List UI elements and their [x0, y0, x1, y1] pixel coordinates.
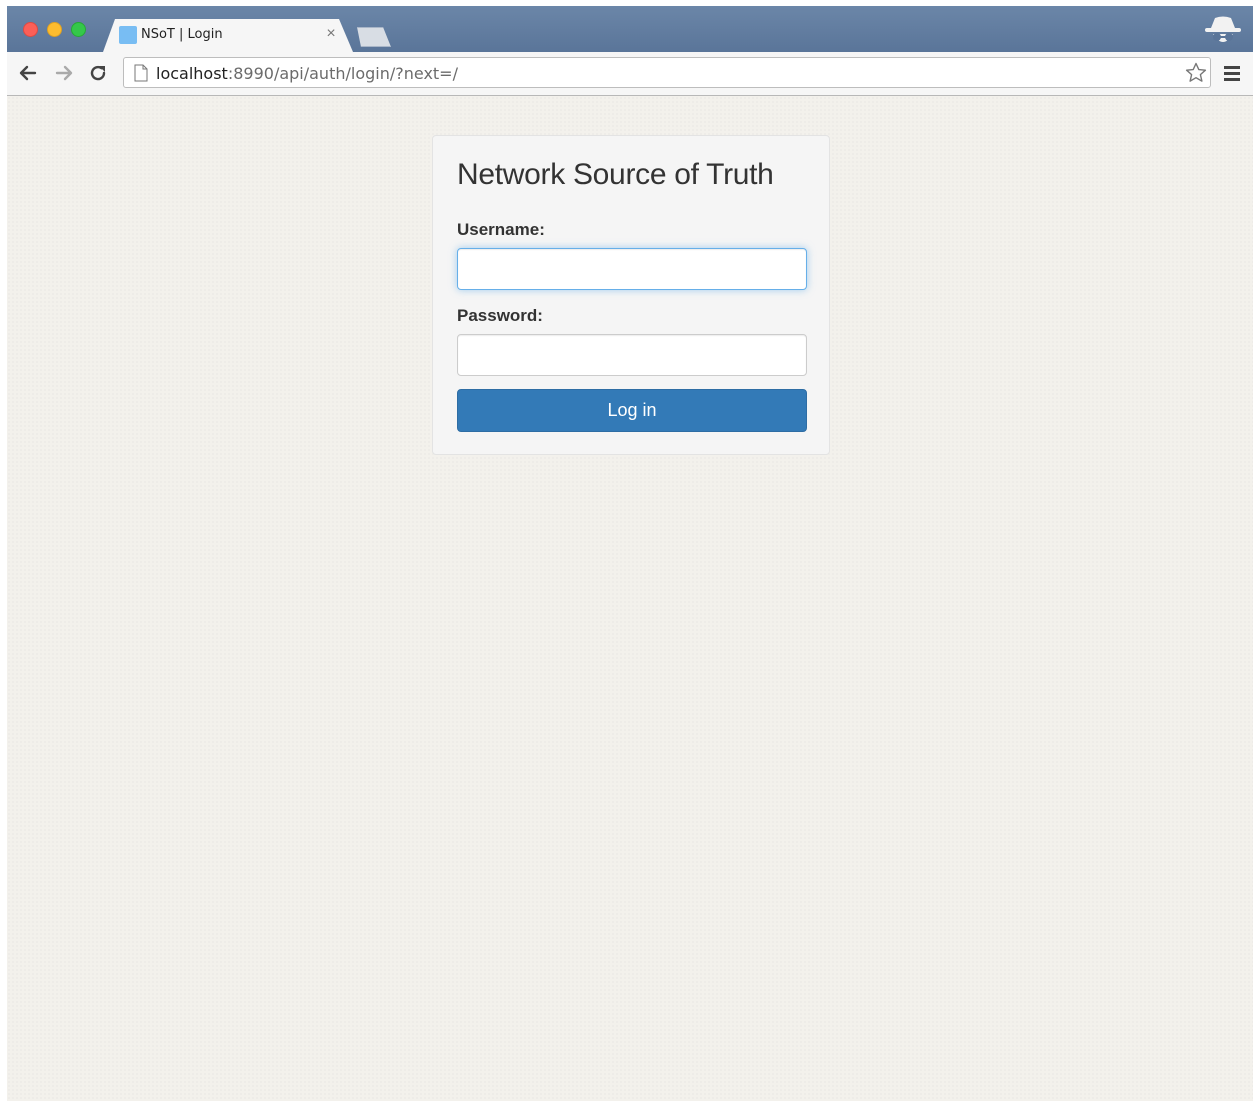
tab-close-icon[interactable]: × — [323, 25, 339, 43]
login-panel: Network Source of Truth Username: Passwo… — [432, 135, 830, 455]
back-button[interactable] — [15, 60, 41, 86]
url-path: :8990/api/auth/login/?next=/ — [227, 64, 458, 83]
browser-tab[interactable]: NSoT | Login × — [103, 19, 353, 52]
zoom-window-button[interactable] — [71, 22, 86, 37]
reload-icon — [90, 65, 106, 81]
forward-arrow-icon — [55, 65, 73, 81]
address-bar[interactable]: localhost:8990/api/auth/login/?next=/ — [123, 57, 1211, 88]
menu-icon[interactable] — [1221, 62, 1243, 84]
login-button[interactable]: Log in — [457, 389, 807, 432]
browser-window: NSoT | Login × localhost:8990/api/auth/l… — [7, 6, 1253, 1101]
tab-strip: NSoT | Login × — [7, 6, 1253, 52]
new-tab-button[interactable] — [357, 27, 391, 47]
username-label: Username: — [457, 220, 545, 239]
tab-title: NSoT | Login — [141, 27, 223, 42]
reload-button[interactable] — [85, 60, 111, 86]
star-icon[interactable] — [1184, 61, 1208, 85]
browser-toolbar: localhost:8990/api/auth/login/?next=/ — [7, 52, 1253, 96]
password-label: Password: — [457, 306, 543, 325]
url-host: localhost — [156, 64, 228, 83]
page-icon — [134, 64, 148, 82]
forward-button[interactable] — [51, 60, 77, 86]
login-title: Network Source of Truth — [457, 158, 774, 191]
page-content: Network Source of Truth Username: Passwo… — [7, 96, 1253, 1101]
minimize-window-button[interactable] — [47, 22, 62, 37]
incognito-icon — [1205, 16, 1241, 42]
url-text: localhost:8990/api/auth/login/?next=/ — [156, 64, 458, 83]
username-input[interactable] — [457, 248, 807, 290]
favicon-icon — [119, 26, 137, 44]
close-window-button[interactable] — [23, 22, 38, 37]
back-arrow-icon — [19, 65, 37, 81]
password-input[interactable] — [457, 334, 807, 376]
